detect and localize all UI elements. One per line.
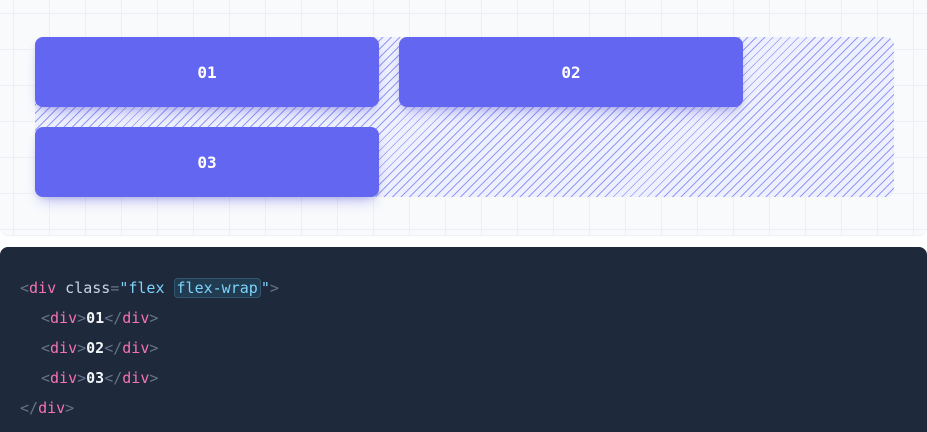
code-child-close-tag: div xyxy=(122,339,150,357)
flex-item-02: 02 xyxy=(399,37,743,107)
preview-panel: 01 02 03 xyxy=(0,0,927,236)
code-attr-name: class xyxy=(65,279,111,297)
code-class-flex: flex xyxy=(128,279,165,297)
code-line-close-parent: </div> xyxy=(20,399,75,417)
code-line-child-01: <div>01</div> xyxy=(41,309,159,327)
code-tag-name: div xyxy=(29,279,57,297)
code-child-open-tag: div xyxy=(50,309,78,327)
flex-item-03: 03 xyxy=(35,127,379,197)
code-child-close-tag: div xyxy=(122,369,150,387)
code-child-close-tag: div xyxy=(122,309,150,327)
code-block: <div class="flex flex-wrap "> <div>01</di… xyxy=(0,247,927,432)
code-line-child-03: <div>03</div> xyxy=(41,369,159,387)
code-line-open-parent: <div class="flex flex-wrap "> xyxy=(20,278,279,298)
code-class-highlight: flex-wrap xyxy=(173,278,261,298)
code-child-open-tag: div xyxy=(50,369,78,387)
code-child-text: 01 xyxy=(86,309,105,327)
flex-item-01: 01 xyxy=(35,37,379,107)
code-child-open-tag: div xyxy=(50,339,78,357)
code-close-tag-name: div xyxy=(38,399,66,417)
code-line-child-02: <div>02</div> xyxy=(41,339,159,357)
code-child-text: 03 xyxy=(86,369,105,387)
flex-wrap-container: 01 02 03 xyxy=(35,37,894,197)
code-child-text: 02 xyxy=(86,339,105,357)
